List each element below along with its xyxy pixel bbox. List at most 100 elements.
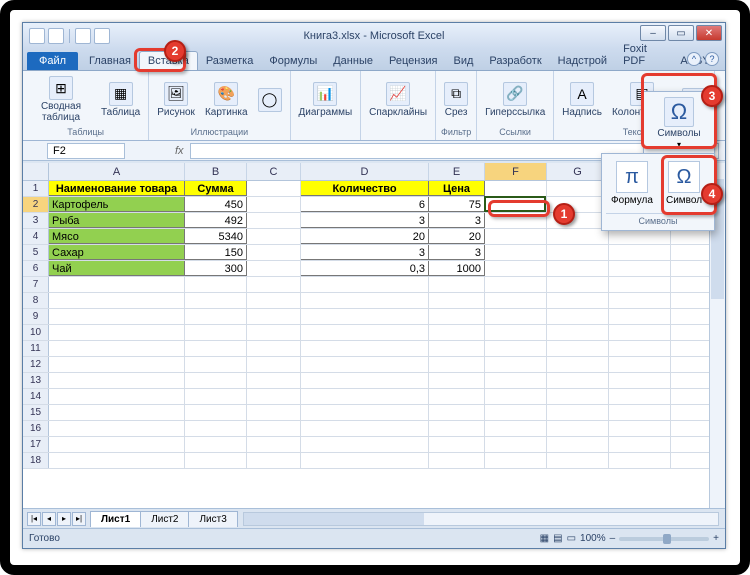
tab-layout[interactable]: Разметка <box>198 52 262 70</box>
cell[interactable] <box>547 389 609 404</box>
row-header[interactable]: 16 <box>23 421 49 436</box>
cell[interactable] <box>185 341 247 356</box>
cell[interactable] <box>429 277 485 292</box>
cell[interactable] <box>49 325 185 340</box>
cell[interactable] <box>485 293 547 308</box>
col-header-F[interactable]: F <box>485 163 547 180</box>
cell[interactable] <box>301 373 429 388</box>
cell[interactable] <box>301 389 429 404</box>
cell[interactable] <box>485 309 547 324</box>
picture-button[interactable]: 🖼Рисунок <box>153 80 199 120</box>
cell[interactable] <box>247 357 301 372</box>
cell[interactable]: 75 <box>429 197 485 212</box>
cell[interactable] <box>547 421 609 436</box>
cell[interactable] <box>547 325 609 340</box>
cell[interactable]: Сахар <box>49 245 185 260</box>
zoom-control[interactable]: ▦ ▤ ▭ 100% –+ <box>540 533 719 544</box>
cell[interactable] <box>609 309 671 324</box>
cell[interactable]: 1000 <box>429 261 485 276</box>
row-header[interactable]: 10 <box>23 325 49 340</box>
cell[interactable] <box>485 373 547 388</box>
row-header[interactable]: 1 <box>23 181 49 196</box>
cell[interactable] <box>185 389 247 404</box>
tab-foxit[interactable]: Foxit PDF <box>615 40 672 70</box>
sheet-nav[interactable]: |◂◂▸▸| <box>27 512 86 526</box>
row-header[interactable]: 11 <box>23 341 49 356</box>
cell[interactable] <box>49 293 185 308</box>
cell[interactable]: 3 <box>429 245 485 260</box>
row-header[interactable]: 6 <box>23 261 49 276</box>
view-break-icon[interactable]: ▭ <box>567 533 576 544</box>
cell[interactable] <box>429 341 485 356</box>
cell[interactable] <box>185 277 247 292</box>
col-header-D[interactable]: D <box>301 163 429 180</box>
select-all-corner[interactable] <box>23 163 49 180</box>
cell[interactable] <box>485 277 547 292</box>
cell[interactable] <box>485 229 547 244</box>
row-header[interactable]: 3 <box>23 213 49 228</box>
tab-review[interactable]: Рецензия <box>381 52 446 70</box>
cell[interactable] <box>609 357 671 372</box>
cell[interactable] <box>185 357 247 372</box>
view-layout-icon[interactable]: ▤ <box>553 533 562 544</box>
row-header[interactable]: 15 <box>23 405 49 420</box>
cell[interactable] <box>429 421 485 436</box>
cell[interactable] <box>485 421 547 436</box>
cell[interactable] <box>185 453 247 468</box>
cell[interactable] <box>49 437 185 452</box>
cell[interactable] <box>485 405 547 420</box>
tab-data[interactable]: Данные <box>325 52 381 70</box>
cell[interactable] <box>185 373 247 388</box>
cell[interactable] <box>485 245 547 260</box>
sparklines-button[interactable]: 📈Спарклайны <box>365 80 431 120</box>
tab-file[interactable]: Файл <box>27 52 78 70</box>
cell[interactable] <box>301 277 429 292</box>
cell[interactable]: Рыба <box>49 213 185 228</box>
cell[interactable] <box>429 437 485 452</box>
col-header-B[interactable]: B <box>185 163 247 180</box>
cell[interactable] <box>547 261 609 276</box>
row-header[interactable]: 9 <box>23 309 49 324</box>
cell[interactable] <box>247 325 301 340</box>
cell[interactable] <box>49 341 185 356</box>
cell[interactable] <box>429 293 485 308</box>
cell[interactable] <box>547 245 609 260</box>
cell[interactable] <box>609 389 671 404</box>
cell[interactable] <box>185 437 247 452</box>
cell[interactable] <box>547 181 609 196</box>
row-header[interactable]: 2 <box>23 197 49 212</box>
cell[interactable]: Сумма <box>185 181 247 196</box>
help-icon[interactable]: ? <box>705 52 719 66</box>
cell[interactable] <box>485 181 547 196</box>
col-header-C[interactable]: C <box>247 163 301 180</box>
cell[interactable] <box>247 261 301 276</box>
cell[interactable] <box>247 437 301 452</box>
cell[interactable]: 0,3 <box>301 261 429 276</box>
row-header[interactable]: 12 <box>23 357 49 372</box>
cell[interactable] <box>547 229 609 244</box>
cell[interactable] <box>485 325 547 340</box>
cell[interactable] <box>49 357 185 372</box>
row-header[interactable]: 5 <box>23 245 49 260</box>
cell[interactable] <box>609 277 671 292</box>
cell[interactable] <box>429 309 485 324</box>
cell[interactable] <box>185 293 247 308</box>
row-header[interactable]: 13 <box>23 373 49 388</box>
cell[interactable] <box>609 421 671 436</box>
cell[interactable] <box>301 341 429 356</box>
cell[interactable] <box>247 309 301 324</box>
sheet-tab[interactable]: Лист2 <box>140 511 189 527</box>
cell[interactable] <box>185 325 247 340</box>
cell[interactable] <box>609 293 671 308</box>
cell[interactable] <box>547 405 609 420</box>
cell[interactable] <box>485 261 547 276</box>
minimize-button[interactable]: – <box>640 25 666 41</box>
fx-icon[interactable]: fx <box>175 145 184 157</box>
cell[interactable] <box>247 389 301 404</box>
cell[interactable] <box>247 181 301 196</box>
close-button[interactable]: ✕ <box>696 25 722 41</box>
cell[interactable] <box>609 261 671 276</box>
table-button[interactable]: ▦Таблица <box>97 80 144 120</box>
pivot-table-button[interactable]: ⊞Сводная таблица <box>27 74 95 125</box>
redo-icon[interactable] <box>94 28 110 44</box>
